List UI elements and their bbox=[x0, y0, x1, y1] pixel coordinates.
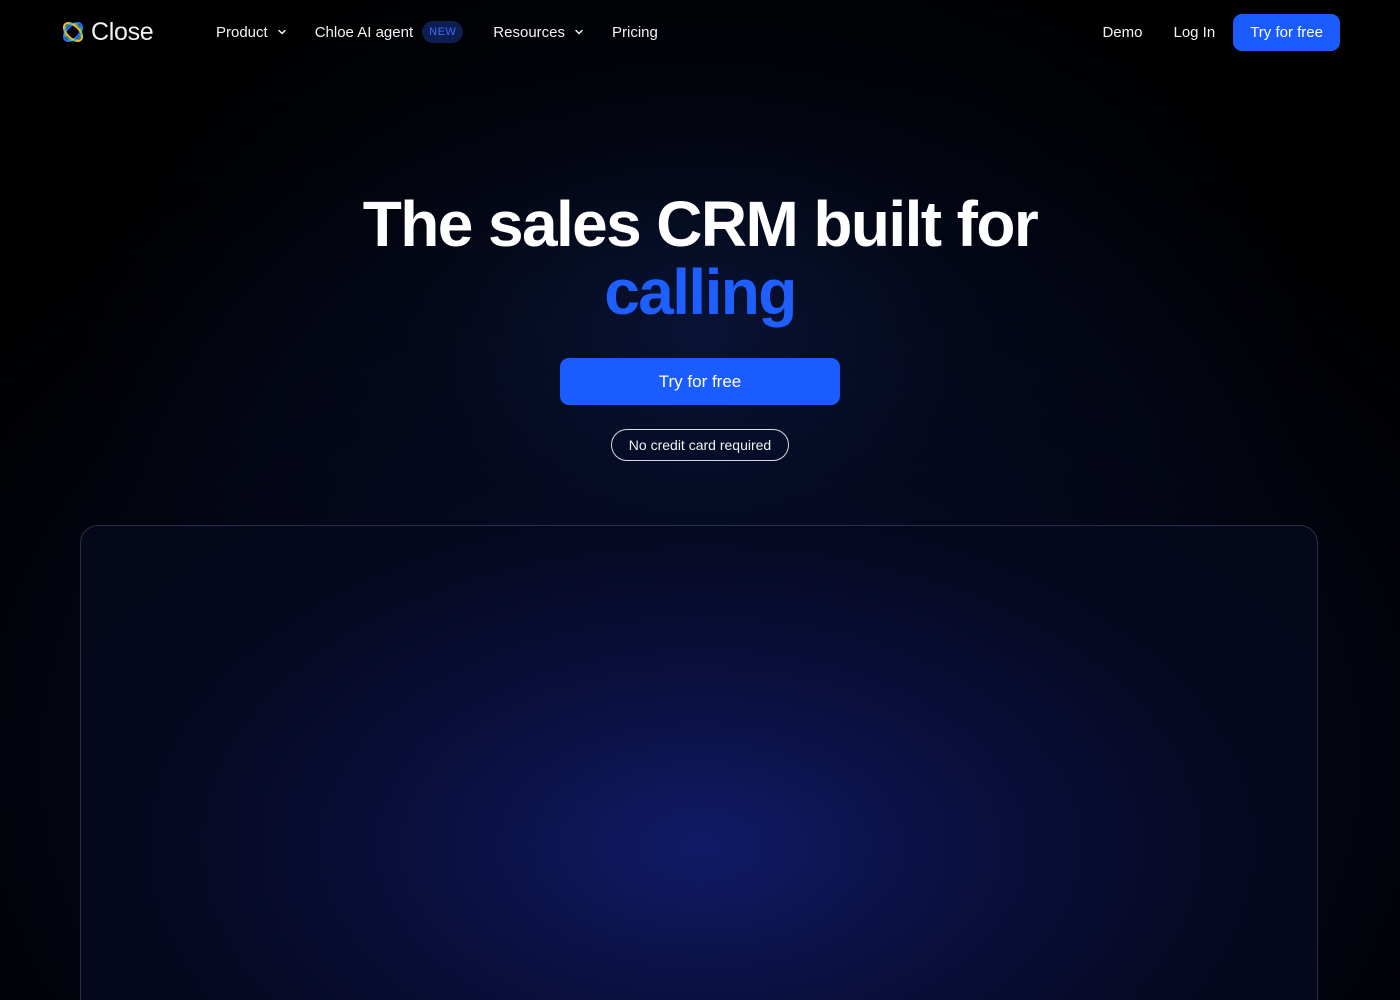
top-navigation: Close Product Chloe AI agent NEW Resourc… bbox=[0, 0, 1400, 64]
nav-item-label: Chloe AI agent bbox=[314, 23, 414, 41]
brand-name: Close bbox=[91, 17, 154, 46]
chevron-down-icon bbox=[575, 29, 583, 35]
nav-item-product[interactable]: Product bbox=[216, 24, 287, 41]
nav-item-chloe-ai-agent[interactable]: Chloe AI agent NEW bbox=[315, 21, 464, 43]
close-logo-rings-icon bbox=[62, 21, 84, 43]
try-for-free-nav-button[interactable]: Try for free bbox=[1233, 14, 1340, 51]
hero-headline: The sales CRM built for calling bbox=[0, 190, 1400, 326]
try-for-free-hero-button[interactable]: Try for free bbox=[560, 358, 840, 405]
login-link[interactable]: Log In bbox=[1173, 24, 1215, 41]
demo-link[interactable]: Demo bbox=[1102, 24, 1142, 41]
nav-item-pricing[interactable]: Pricing bbox=[612, 24, 658, 41]
new-badge: NEW bbox=[422, 21, 464, 43]
nav-links: Product Chloe AI agent NEW Resources Pri… bbox=[216, 20, 658, 44]
product-media-panel bbox=[80, 525, 1318, 1000]
nav-item-label: Resources bbox=[493, 23, 565, 41]
no-credit-card-note: No credit card required bbox=[611, 429, 789, 461]
chevron-down-icon bbox=[277, 29, 286, 35]
nav-item-resources[interactable]: Resources bbox=[493, 24, 584, 41]
nav-item-label: Pricing bbox=[612, 23, 658, 41]
hero-headline-line1: The sales CRM built for bbox=[362, 188, 1039, 260]
nav-actions: Demo Log In Try for free bbox=[1102, 14, 1340, 51]
nav-item-label: Product bbox=[216, 23, 268, 41]
landing-page: Close Product Chloe AI agent NEW Resourc… bbox=[0, 0, 1400, 1000]
hero-headline-highlight: calling bbox=[604, 256, 797, 328]
brand-logo-link[interactable]: Close bbox=[60, 16, 154, 48]
